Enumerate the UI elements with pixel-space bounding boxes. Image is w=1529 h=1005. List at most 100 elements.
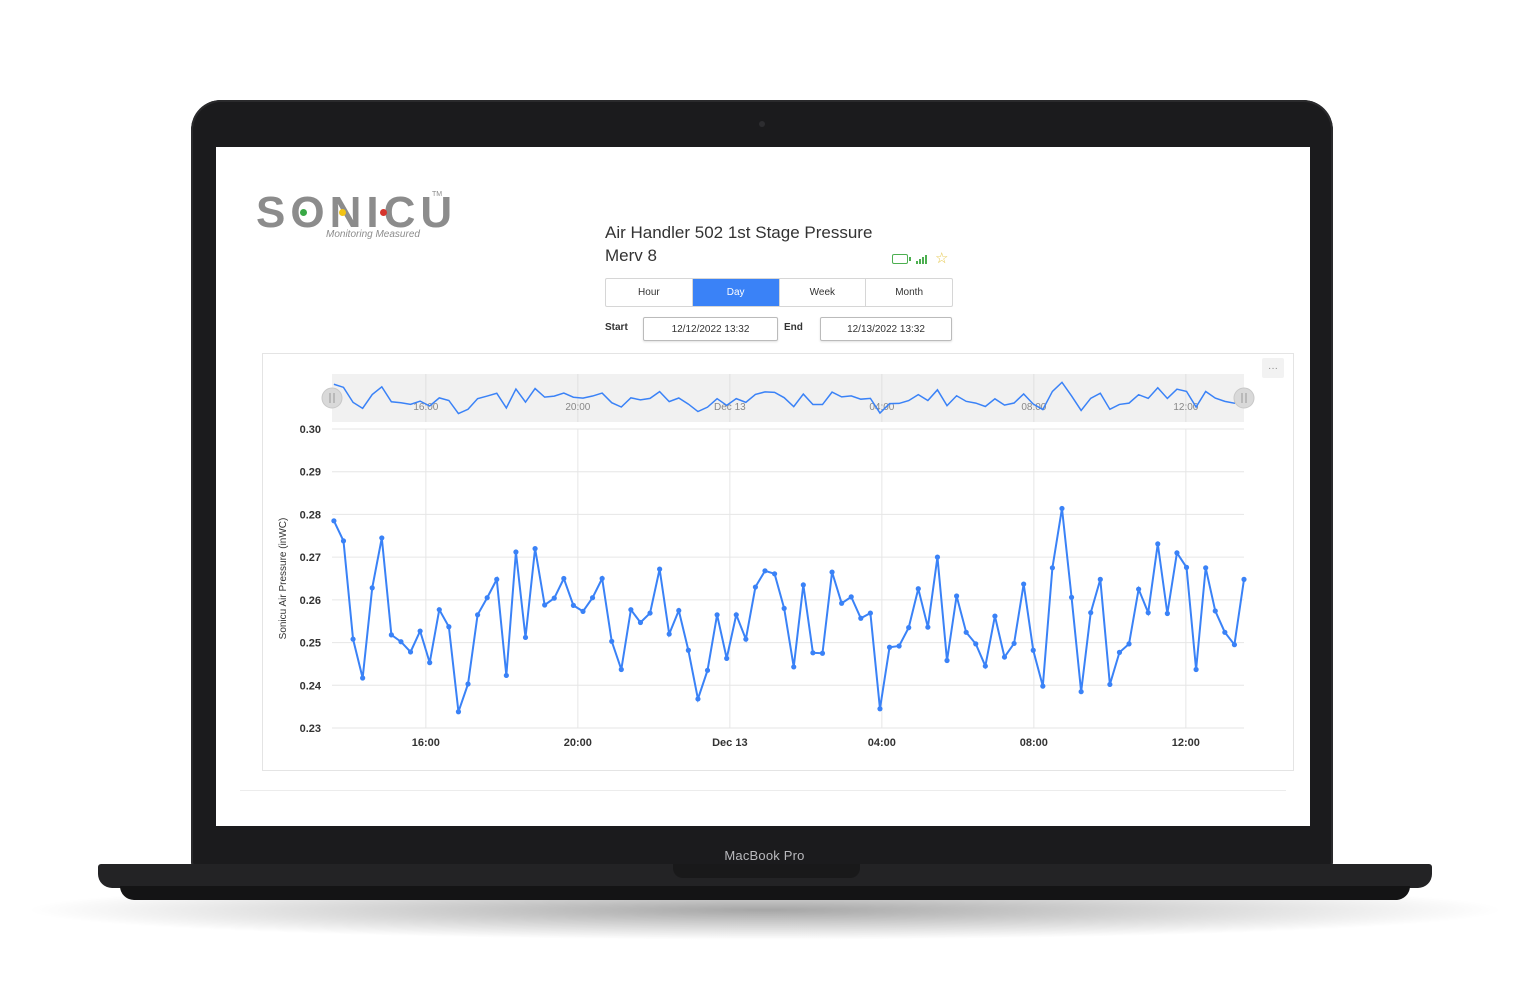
data-point — [810, 650, 816, 656]
data-point — [628, 607, 634, 613]
data-point — [1097, 576, 1103, 582]
data-point — [589, 595, 596, 601]
data-point — [858, 615, 864, 621]
data-point — [1164, 610, 1170, 617]
data-point — [1021, 581, 1027, 587]
data-point — [446, 624, 452, 630]
navigator-tick-label: 12:00 — [1173, 402, 1198, 413]
device-label: MacBook Pro — [724, 848, 805, 863]
data-point — [657, 566, 663, 572]
data-point — [829, 569, 835, 575]
data-point — [436, 607, 442, 613]
y-tick-label: 0.26 — [300, 595, 321, 607]
data-point — [1222, 629, 1228, 635]
y-tick-label: 0.24 — [300, 680, 322, 692]
data-point — [369, 585, 375, 591]
data-point — [542, 602, 548, 608]
data-point — [532, 546, 538, 552]
laptop-notch — [673, 864, 860, 878]
data-point — [1231, 642, 1238, 648]
data-point — [599, 575, 605, 582]
data-point — [1049, 565, 1055, 571]
data-point — [666, 631, 672, 637]
laptop-base-edge — [120, 886, 1410, 900]
data-point — [925, 624, 931, 630]
pressure-series-line — [332, 508, 1245, 713]
data-point — [1068, 594, 1075, 600]
data-point — [637, 619, 644, 626]
data-point — [982, 663, 988, 669]
x-tick-label: 16:00 — [412, 737, 440, 749]
y-tick-label: 0.25 — [300, 638, 321, 650]
x-tick-label: 04:00 — [868, 737, 896, 749]
data-point — [839, 600, 845, 606]
y-tick-label: 0.28 — [300, 509, 321, 521]
data-point — [1116, 649, 1123, 655]
data-point — [570, 602, 576, 609]
data-point — [1030, 647, 1036, 653]
data-point — [954, 593, 960, 599]
data-point — [733, 612, 739, 618]
navigator-background — [332, 374, 1244, 422]
data-point — [1088, 610, 1094, 616]
data-point — [867, 610, 873, 616]
data-point — [494, 576, 500, 582]
data-point — [407, 649, 414, 655]
data-point — [771, 571, 778, 577]
data-point — [465, 681, 471, 687]
data-point — [647, 610, 653, 616]
data-point — [676, 607, 682, 614]
data-point — [398, 639, 404, 645]
data-point — [475, 612, 481, 618]
data-point — [848, 594, 854, 600]
y-tick-label: 0.27 — [300, 552, 321, 564]
data-point — [1136, 586, 1142, 592]
data-point — [781, 605, 787, 611]
data-point — [877, 706, 883, 712]
data-point — [484, 595, 490, 601]
data-point — [340, 538, 347, 544]
navigator-left-handle — [321, 387, 343, 409]
camera-icon — [759, 121, 765, 127]
data-point — [522, 634, 529, 641]
data-point — [1212, 608, 1218, 614]
data-point — [427, 660, 433, 666]
x-tick-label: 20:00 — [564, 737, 592, 749]
data-point — [714, 612, 720, 618]
navigator-tick-label: 08:00 — [1021, 402, 1046, 413]
data-point — [1203, 565, 1209, 571]
data-point — [992, 613, 998, 619]
data-point — [915, 586, 921, 592]
y-tick-label: 0.23 — [300, 723, 321, 735]
data-point — [551, 595, 557, 601]
data-point — [1078, 689, 1084, 695]
data-point — [695, 696, 701, 702]
data-point — [906, 625, 912, 631]
x-tick-label: Dec 13 — [712, 737, 747, 749]
y-tick-label: 0.30 — [300, 424, 321, 436]
navigator-right-handle — [1233, 387, 1255, 409]
data-point — [1001, 654, 1008, 660]
data-point — [580, 608, 586, 614]
data-point — [944, 657, 950, 664]
data-point — [743, 636, 749, 642]
data-point — [1155, 541, 1161, 547]
data-point — [800, 582, 806, 588]
data-point — [819, 650, 826, 656]
data-point — [331, 518, 337, 524]
y-axis-label: Sonicu Air Pressure (inWC) — [278, 518, 289, 640]
data-point — [417, 628, 423, 634]
data-point — [685, 647, 691, 653]
data-point — [704, 667, 711, 673]
data-point — [762, 568, 768, 574]
x-tick-label: 08:00 — [1020, 737, 1048, 749]
data-point — [609, 638, 615, 644]
data-point — [379, 535, 385, 541]
data-point — [791, 664, 797, 670]
data-point — [561, 575, 567, 582]
data-point — [388, 632, 394, 638]
data-point — [886, 644, 893, 650]
data-point — [963, 629, 969, 635]
data-point — [1174, 550, 1180, 556]
data-point — [896, 643, 902, 649]
